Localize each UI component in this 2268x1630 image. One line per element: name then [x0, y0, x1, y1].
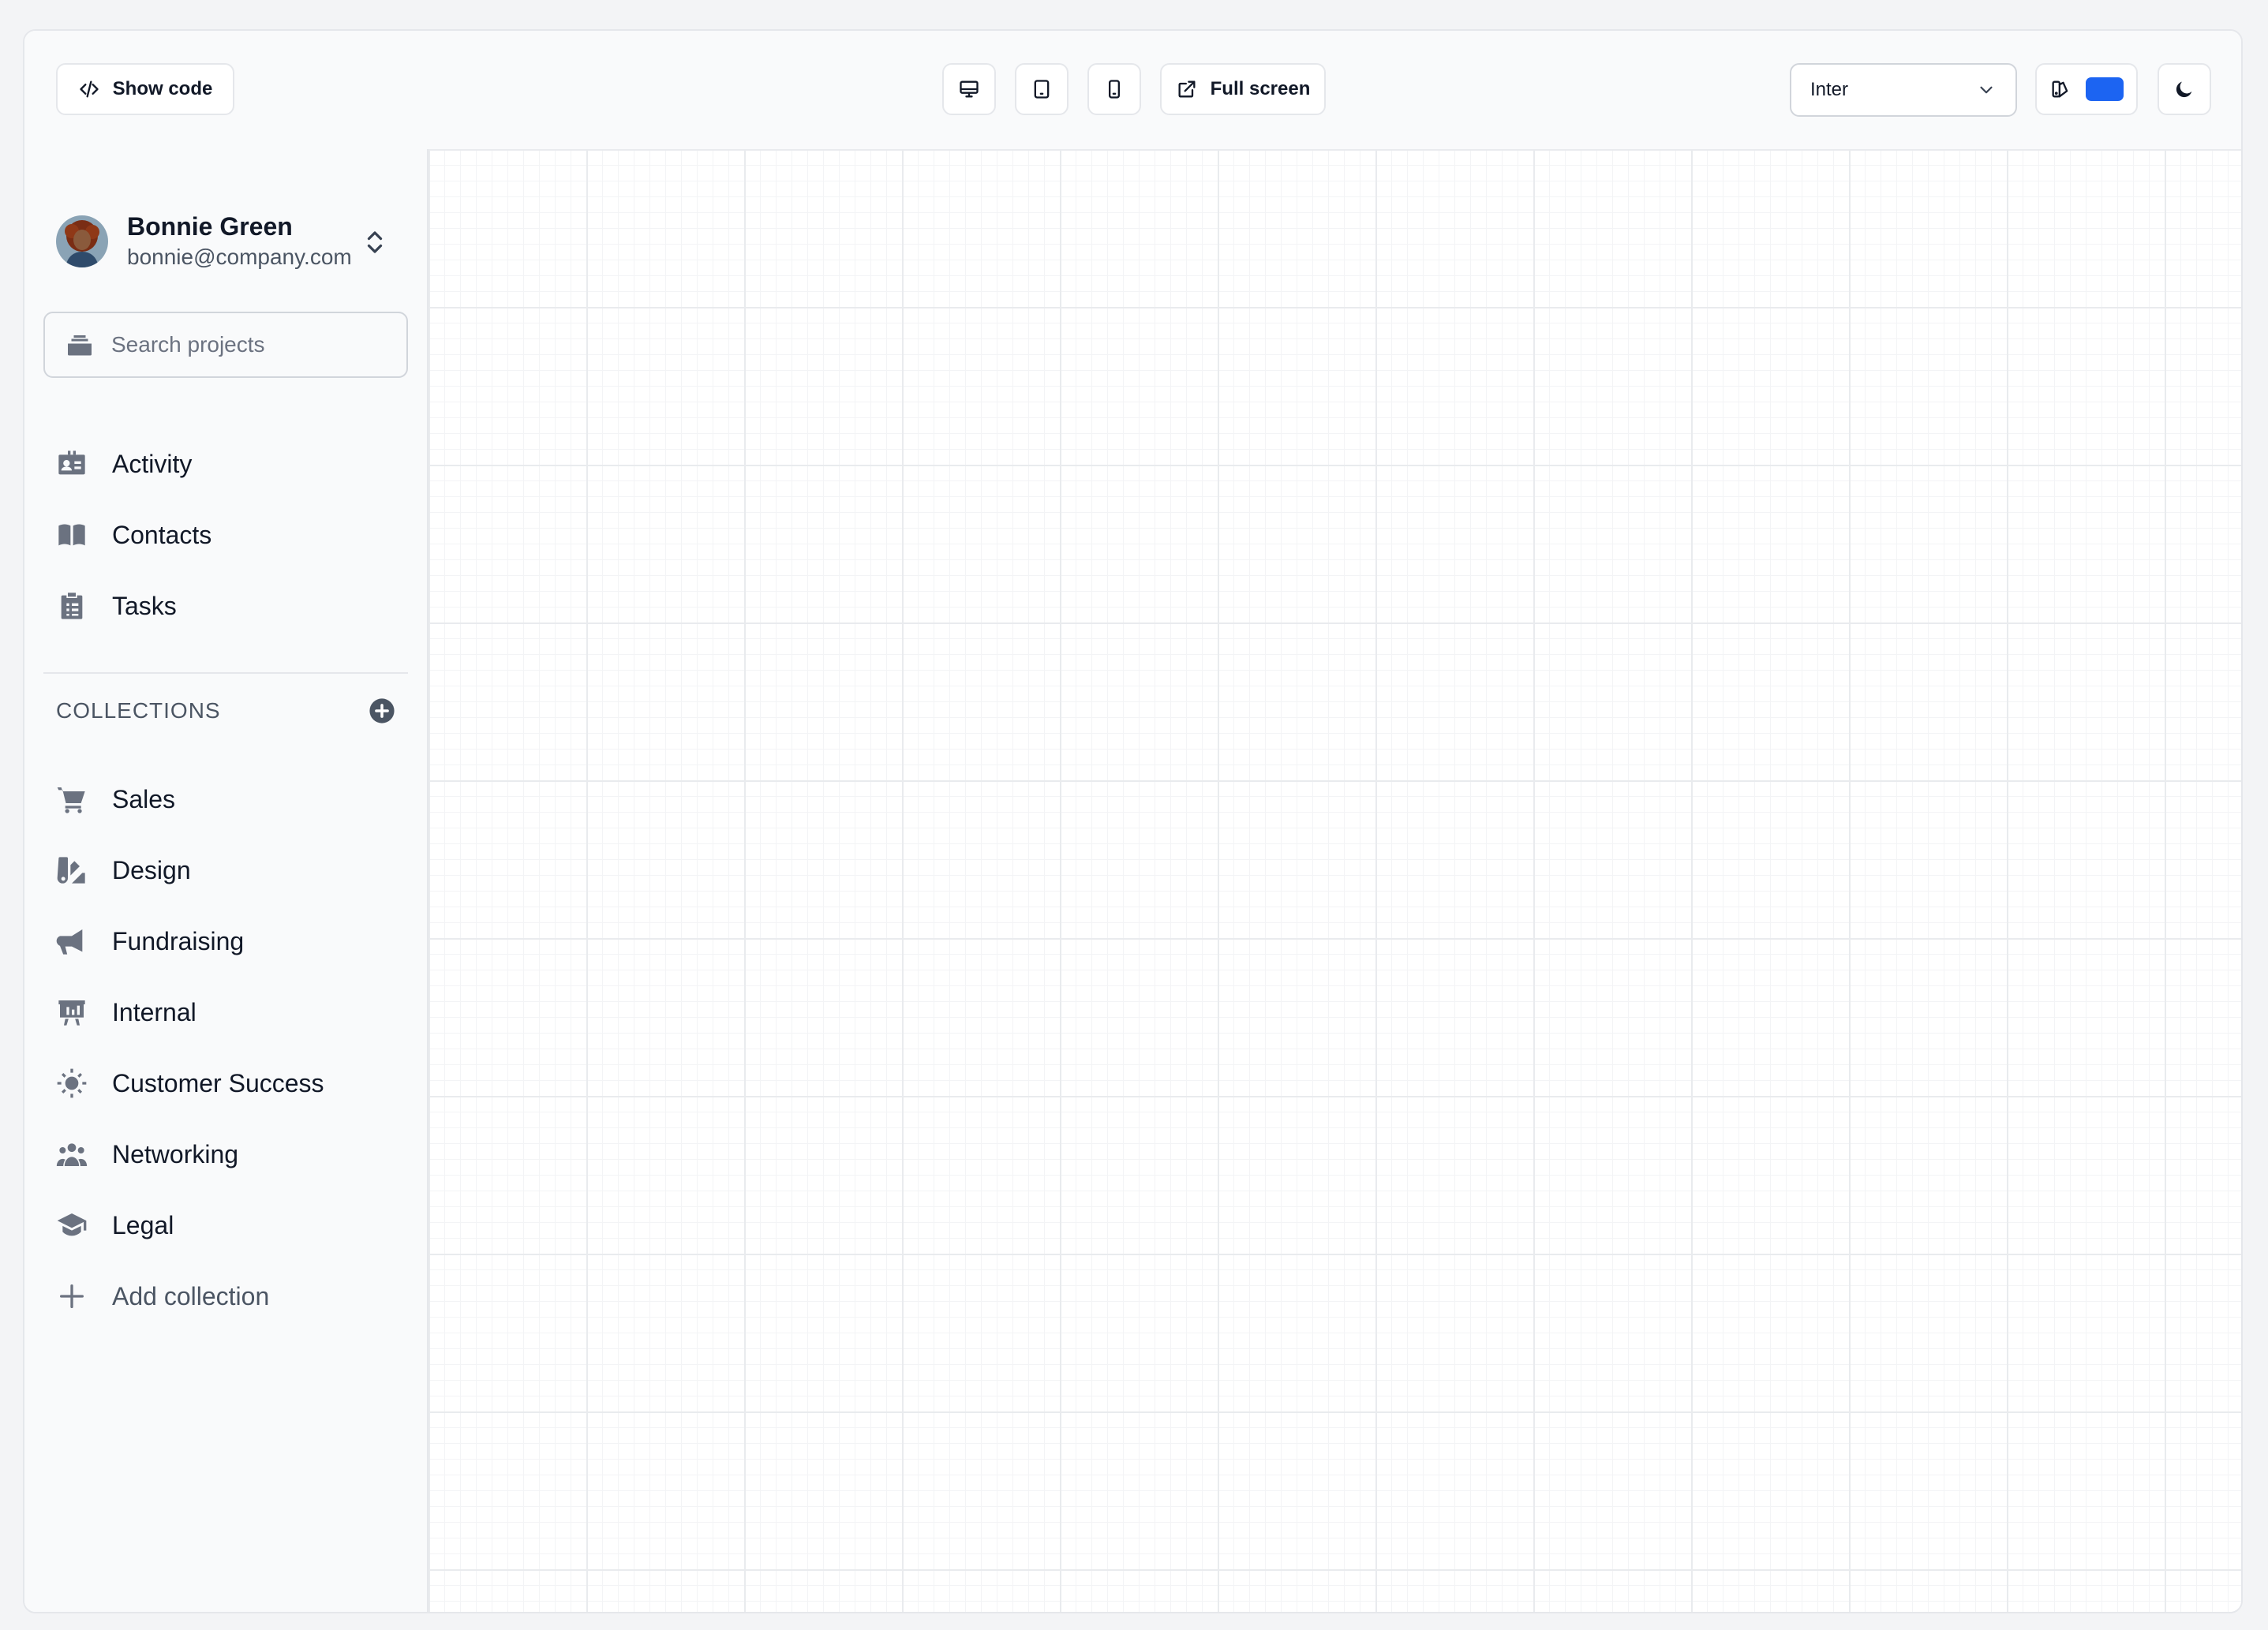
collection-item-sales[interactable]: Sales: [56, 776, 403, 823]
collection-label: Sales: [112, 784, 176, 813]
collection-label: Legal: [112, 1210, 174, 1239]
nav-label: Tasks: [112, 591, 177, 620]
nav-item-tasks[interactable]: Tasks: [56, 582, 403, 630]
collection-item-design[interactable]: Design: [56, 847, 403, 894]
avatar: [56, 215, 108, 267]
plus-icon: [60, 1284, 84, 1308]
desktop-view-button[interactable]: [942, 63, 996, 115]
collection-item-legal[interactable]: Legal: [56, 1202, 403, 1249]
full-screen-button[interactable]: Full screen: [1160, 63, 1326, 115]
inbox-stack-icon: [68, 335, 92, 356]
presentation-chart-icon: [58, 1000, 85, 1026]
collection-item-internal[interactable]: Internal: [56, 989, 403, 1036]
user-menu[interactable]: Bonnie Green bonnie@company.com: [56, 212, 403, 269]
clipboard-list-icon: [61, 593, 83, 619]
graduation-cap-icon: [57, 1213, 87, 1236]
show-code-label: Show code: [112, 78, 213, 99]
collection-label: Networking: [112, 1139, 239, 1168]
add-collection-label: Add collection: [112, 1281, 270, 1310]
add-collection-button[interactable]: Add collection: [56, 1273, 403, 1320]
tablet-icon: [1034, 80, 1050, 99]
preview-toolbar: Show code Full screen Inter: [24, 31, 2241, 151]
collection-item-networking[interactable]: Networking: [56, 1131, 403, 1178]
users-group-icon: [56, 1143, 88, 1166]
collection-label: Design: [112, 855, 191, 884]
tablet-view-button[interactable]: [1015, 63, 1069, 115]
moon-icon: [2176, 81, 2192, 98]
collections-header: COLLECTIONS: [56, 695, 403, 727]
chevron-up-down-icon: [367, 231, 383, 253]
user-name: Bonnie Green: [127, 212, 293, 241]
chevron-down-icon: [1980, 86, 1993, 94]
collection-label: Fundraising: [112, 926, 245, 955]
id-badge-icon: [58, 450, 85, 475]
palette-icon: [57, 857, 85, 884]
external-link-icon: [1178, 80, 1196, 98]
font-select-value: Inter: [1810, 79, 1849, 100]
plus-circle-icon[interactable]: [369, 697, 395, 724]
collections-title: COLLECTIONS: [56, 698, 221, 723]
preview-frame: Show code Full screen Inter Bonnie Green…: [23, 29, 2243, 1613]
nav-label: Activity: [112, 449, 193, 478]
font-select[interactable]: Inter: [1790, 63, 2017, 117]
accent-color-swatch: [2086, 77, 2124, 101]
lightbulb-icon: [57, 1068, 87, 1098]
collection-label: Internal: [112, 997, 196, 1026]
book-open-icon: [58, 524, 85, 546]
collection-item-customer-success[interactable]: Customer Success: [56, 1060, 403, 1107]
nav-item-contacts[interactable]: Contacts: [56, 511, 403, 559]
show-code-button[interactable]: Show code: [56, 63, 234, 115]
code-icon: [79, 80, 99, 98]
collection-item-fundraising[interactable]: Fundraising: [56, 918, 403, 965]
desktop-icon: [960, 80, 979, 98]
nav-item-activity[interactable]: Activity: [56, 440, 403, 488]
sidebar-divider: [43, 672, 408, 674]
megaphone-icon: [56, 929, 83, 955]
dark-mode-toggle[interactable]: [2158, 63, 2211, 115]
search-input[interactable]: [110, 331, 397, 358]
accent-color-button[interactable]: [2035, 63, 2138, 115]
mobile-view-button[interactable]: [1087, 63, 1141, 115]
collection-label: Customer Success: [112, 1068, 324, 1097]
nav-label: Contacts: [112, 520, 212, 549]
preview-canvas: [429, 149, 2241, 1612]
mobile-icon: [1109, 80, 1120, 99]
full-screen-label: Full screen: [1210, 78, 1311, 99]
search-field[interactable]: [43, 312, 408, 378]
sidebar: Bonnie Green bonnie@company.com Activity…: [24, 149, 429, 1612]
color-swatch-icon: [2052, 80, 2068, 98]
cart-icon: [57, 787, 85, 813]
user-email: bonnie@company.com: [127, 245, 352, 269]
